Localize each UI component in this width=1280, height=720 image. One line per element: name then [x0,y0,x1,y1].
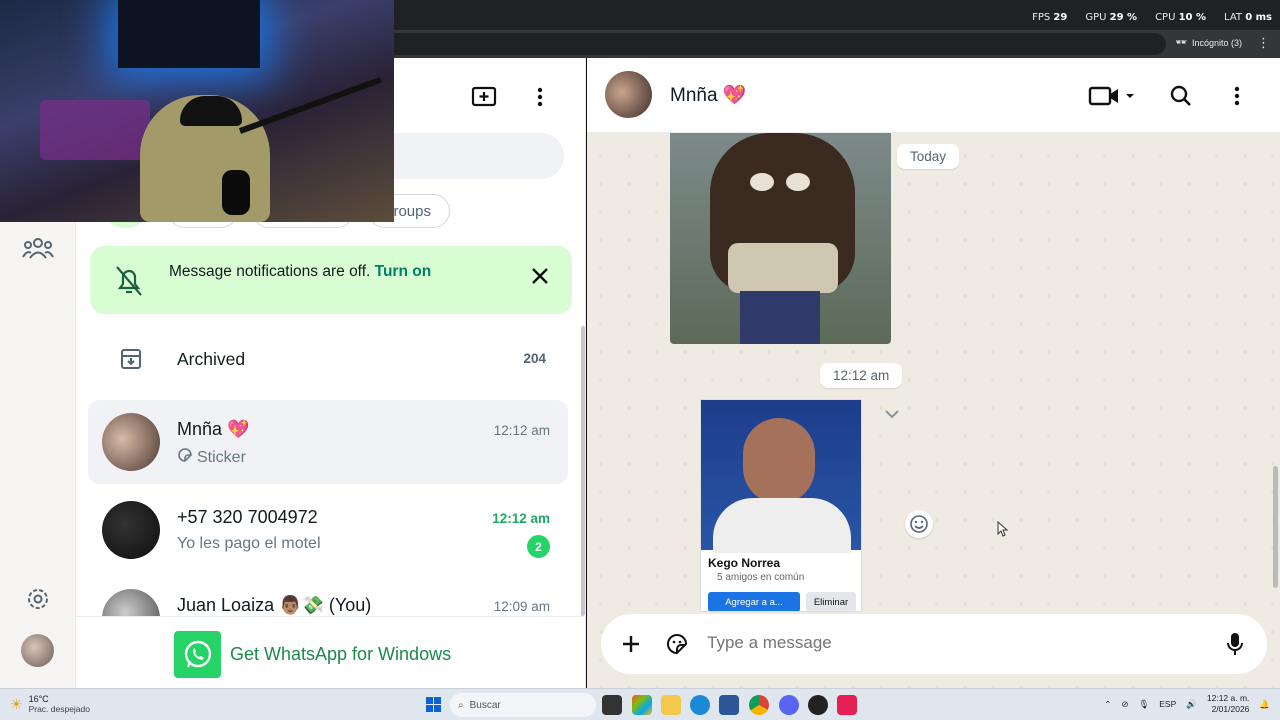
sticker-message[interactable] [670,133,891,344]
edge-icon[interactable] [690,695,710,715]
profile-avatar[interactable] [21,634,54,667]
chevron-down-icon[interactable] [884,406,900,424]
tiktok-icon[interactable] [837,695,857,715]
task-view-icon[interactable] [602,695,622,715]
settings-icon[interactable] [20,581,56,617]
notification-icon[interactable]: 🔔 [1259,699,1270,710]
chat-row[interactable]: Mnña 💖 12:12 am Sticker [88,400,568,484]
bell-off-icon [114,264,144,303]
date-pill: Today [897,144,960,169]
search-icon: ⌕ [458,699,464,711]
menu-icon[interactable] [1223,82,1251,110]
webcam-overlay [0,0,394,222]
chrome-icon[interactable] [749,695,769,715]
sticker-icon[interactable] [663,630,691,658]
contact-name[interactable]: Mnña 💖 [670,83,746,107]
card-add-button: Agregar a a... [708,592,800,611]
discord-icon[interactable] [779,695,799,715]
scrollbar[interactable] [581,326,585,616]
copilot-icon[interactable] [632,695,652,715]
image-message[interactable]: Kego Norrea 5 amigos en común Agregar a … [700,399,862,612]
archived-label: Archived [177,349,246,369]
archive-icon [120,348,142,375]
sticker-icon [177,447,193,468]
scrollbar[interactable] [1273,466,1278,588]
whatsapp-logo-icon [174,631,221,678]
chat-name: Juan Loaiza 👨🏽💸 (You) [177,595,372,615]
chat-name: +57 320 7004972 [177,507,318,527]
sun-icon: ☀ [10,695,23,712]
notification-banner: Message notifications are off. Turn on [90,246,572,314]
archived-count: 204 [523,351,546,366]
chat-preview: Yo les pago el motel [177,535,321,552]
chat-preview: Sticker [177,447,246,468]
emoji-react-icon[interactable] [905,510,933,538]
system-tray: ⌃ ⊘ 🎙 ESP 🔊 12:12 a. m. 2/01/2026 🔔 [1104,693,1270,715]
microphone-icon[interactable]: 🎙 [1138,699,1149,710]
windows-taskbar: ☀ 16°C Prac. despejado ⌕ Buscar ⌃ ⊘ 🎙 ES… [0,688,1280,720]
language-indicator[interactable]: ESP [1159,699,1176,709]
archived-row[interactable]: Archived 204 [76,328,580,390]
clock[interactable]: 12:12 a. m. 2/01/2026 [1207,693,1250,715]
unread-badge: 2 [527,535,550,558]
nav-rail [0,222,76,688]
card-friends: 5 amigos en común [717,572,805,583]
communities-icon[interactable] [20,230,56,266]
store-icon[interactable] [719,695,739,715]
time-pill: 12:12 am [820,363,903,388]
notification-text: Message notifications are off. Turn on [169,263,432,280]
weather-widget[interactable]: ☀ 16°C Prac. despejado [10,694,90,714]
search-icon[interactable] [1167,82,1195,110]
turn-on-link[interactable]: Turn on [375,263,432,280]
address-bar[interactable] [394,33,1166,55]
incognito-icon: 🕶 [1175,37,1187,47]
close-icon[interactable] [528,264,552,288]
avatar [102,501,160,559]
conversation-panel: Today 12:12 am Kego Norrea 5 amigos en c… [587,58,1280,688]
menu-icon[interactable] [527,84,553,110]
performance-overlay: FPS 29 GPU 29 % CPU 10 % LAT 0 ms [1032,12,1272,23]
card-remove-button: Eliminar [806,592,856,611]
taskbar-search[interactable]: ⌕ Buscar [450,693,596,717]
conversation-header: Mnña 💖 [587,58,1280,133]
chevron-up-icon[interactable]: ⌃ [1104,699,1111,710]
chat-time: 12:12 am [493,423,550,438]
microphone-icon[interactable] [1221,630,1249,658]
get-whatsapp-promo[interactable]: Get WhatsApp for Windows [76,616,584,688]
chat-row[interactable]: Juan Loaiza 👨🏽💸 (You) 12:09 am [88,576,568,616]
video-call-icon[interactable] [1087,82,1137,110]
card-name: Kego Norrea [708,556,781,570]
chat-time: 12:09 am [493,599,550,614]
get-whatsapp-label: Get WhatsApp for Windows [230,644,452,664]
new-chat-icon[interactable] [471,84,497,110]
avatar [102,413,160,471]
network-off-icon[interactable]: ⊘ [1121,699,1128,710]
plus-icon[interactable] [617,630,645,658]
volume-icon[interactable]: 🔊 [1186,699,1197,710]
mouse-cursor-icon [997,520,1009,542]
avatar [102,589,160,616]
chat-name: Mnña 💖 [177,419,250,439]
message-input[interactable] [707,633,1187,653]
avatar[interactable] [605,71,652,118]
file-explorer-icon[interactable] [661,695,681,715]
app-icon[interactable] [808,695,828,715]
chat-row[interactable]: +57 320 7004972 12:12 am Yo les pago el … [88,488,568,572]
browser-menu-icon[interactable]: ⋮ [1257,35,1270,51]
message-composer [601,614,1267,674]
start-icon[interactable] [426,697,441,712]
chat-time: 12:12 am [492,511,550,526]
incognito-indicator[interactable]: 🕶 Incógnito (3) [1176,37,1242,48]
address-bar-row: 🕶 Incógnito (3) ⋮ [394,30,1280,58]
